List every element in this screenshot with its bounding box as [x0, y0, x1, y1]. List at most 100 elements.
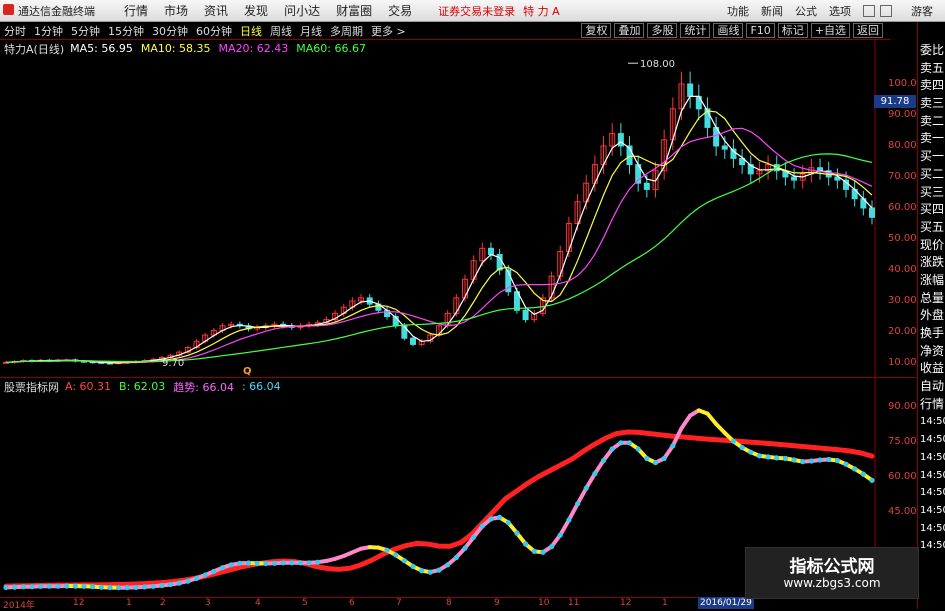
indicator-cyan-dot: [471, 535, 476, 540]
x-label: 12: [73, 598, 84, 608]
indicator-cyan-dot: [748, 450, 753, 455]
indicator-cyan-dot: [142, 584, 147, 589]
price-axis-label: 60.00: [888, 202, 917, 213]
indicator-cyan-dot: [428, 570, 433, 575]
indicator-trend-segment: [560, 520, 569, 535]
quote-panel-item[interactable]: 现价: [918, 237, 945, 255]
quote-panel-item[interactable]: 14:50: [918, 413, 945, 431]
quote-panel-item[interactable]: 14:50: [918, 467, 945, 485]
candle-body: [792, 177, 797, 180]
quote-panel-item[interactable]: 14:50: [918, 449, 945, 467]
candle-body: [523, 310, 528, 319]
indicator-cyan-dot: [506, 520, 511, 525]
price-axis-label: 20.00: [888, 326, 917, 337]
indicator-cyan-dot: [627, 440, 632, 445]
quote-panel-item[interactable]: 卖五: [918, 60, 945, 78]
indicator-cyan-dot: [618, 440, 623, 445]
indicator-cyan-dot: [462, 546, 467, 551]
indicator-cyan-dot: [835, 458, 840, 463]
quote-panel-item[interactable]: 卖四: [918, 77, 945, 95]
quote-panel-item[interactable]: 买四: [918, 201, 945, 219]
quote-panel-item[interactable]: 总量: [918, 290, 945, 308]
indicator-cyan-dot: [532, 549, 537, 554]
indicator-cyan-dot: [826, 457, 831, 462]
quote-panel-item[interactable]: 收益: [918, 360, 945, 378]
indicator-cyan-dot: [55, 584, 60, 589]
quote-panel-item[interactable]: 净资: [918, 343, 945, 361]
quote-panel-item[interactable]: 14:50: [918, 537, 945, 555]
indicator-cyan-dot: [133, 585, 138, 590]
indicator-cyan-dot: [315, 560, 320, 565]
indicator-cyan-dot: [38, 584, 43, 589]
x-label: 12: [620, 598, 631, 608]
quote-panel-item[interactable]: 买一: [918, 148, 945, 166]
price-axis-label: 40.00: [888, 264, 917, 275]
indicator-cyan-dot: [540, 550, 545, 555]
indicator-cyan-dot: [575, 501, 580, 506]
low-annotation: 9.70: [162, 358, 184, 369]
quote-panel-item[interactable]: 14:50: [918, 431, 945, 449]
indicator-cyan-dot: [419, 568, 424, 573]
candle-body: [688, 84, 693, 96]
indicator-cyan-dot: [263, 561, 268, 566]
indicator-cyan-dot: [610, 446, 615, 451]
indicator-cyan-dot: [410, 564, 415, 569]
quote-panel-item[interactable]: 14:50: [918, 520, 945, 538]
quote-panel-item[interactable]: 买三: [918, 184, 945, 202]
x-label: 8: [446, 598, 452, 608]
indicator-cyan-dot: [636, 446, 641, 451]
quote-panel-item[interactable]: 自动: [918, 378, 945, 396]
candle-body: [488, 248, 493, 254]
indicator-cyan-dot: [558, 533, 563, 538]
quote-panel-item[interactable]: 行情: [918, 396, 945, 414]
x-label: 4: [255, 598, 261, 608]
indicator-cyan-dot: [445, 562, 450, 567]
quote-panel-item[interactable]: 买二: [918, 166, 945, 184]
price-axis-label: 10.00: [888, 357, 917, 368]
indicator-cyan-dot: [289, 560, 294, 565]
quote-panel-item[interactable]: 卖一: [918, 130, 945, 148]
indicator-cyan-dot: [384, 548, 389, 553]
indicator-cyan-dot: [774, 455, 779, 460]
quote-panel-item[interactable]: 卖三: [918, 95, 945, 113]
current-price-tag: 91.78: [874, 95, 916, 108]
indicator-cyan-dot: [402, 558, 407, 563]
indicator-axis-label: 75.00: [888, 436, 917, 447]
x-label: 9: [494, 598, 500, 608]
quote-panel-item[interactable]: 换手: [918, 325, 945, 343]
indicator-cyan-dot: [843, 462, 848, 467]
quote-panel-item[interactable]: 外盘: [918, 307, 945, 325]
quote-panel-item[interactable]: 涨幅: [918, 272, 945, 290]
indicator-cyan-dot: [168, 582, 173, 587]
marker-annotation[interactable]: Q: [243, 366, 252, 377]
x-label: 1: [126, 598, 132, 608]
high-annotation: 108.00: [640, 59, 675, 70]
indicator-cyan-dot: [497, 515, 502, 520]
candle-body: [618, 134, 623, 146]
indicator-cyan-dot: [869, 478, 874, 483]
indicator-axis-label: 45.00: [888, 506, 917, 517]
indicator-cyan-dot: [220, 565, 225, 570]
indicator-cyan-dot: [255, 561, 260, 566]
chart-canvas[interactable]: [0, 0, 917, 597]
quote-panel-item[interactable]: 卖二: [918, 113, 945, 131]
indicator-axis-label: 90.00: [888, 401, 917, 412]
x-label: 5: [302, 598, 308, 608]
indicator-cyan-dot: [194, 576, 199, 581]
indicator-cyan-dot: [809, 458, 814, 463]
x-label: 6: [349, 598, 355, 608]
quote-panel-item[interactable]: 买五: [918, 219, 945, 237]
quote-panel-item[interactable]: 14:50: [918, 502, 945, 520]
indicator-cyan-dot: [125, 585, 130, 590]
indicator-cyan-dot: [81, 584, 86, 589]
indicator-cyan-dot: [549, 544, 554, 549]
watermark-title: 指标公式网: [746, 552, 918, 577]
indicator-cyan-dot: [151, 584, 156, 589]
indicator-cyan-dot: [488, 516, 493, 521]
quote-panel-item[interactable]: 委比: [918, 42, 945, 60]
watermark-url: www.zbgs3.com: [746, 576, 918, 590]
quote-panel-item[interactable]: 涨跌: [918, 254, 945, 272]
indicator-cyan-dot: [90, 584, 95, 589]
quote-panel-item[interactable]: 14:50: [918, 484, 945, 502]
indicator-cyan-dot: [64, 583, 69, 588]
